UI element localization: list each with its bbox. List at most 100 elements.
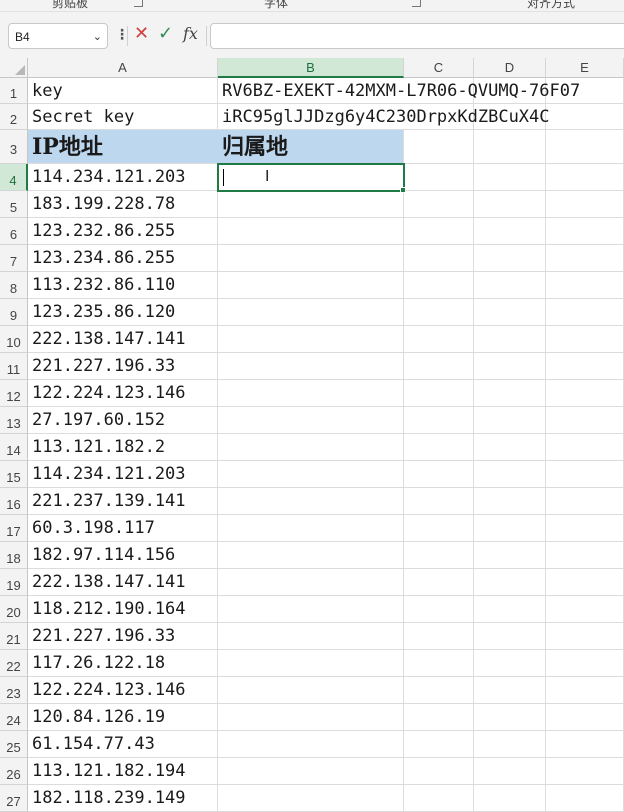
cell-b26[interactable]: [218, 758, 404, 785]
cell-b18[interactable]: [218, 542, 404, 569]
cell-e7[interactable]: [546, 245, 624, 272]
cell-b19[interactable]: [218, 569, 404, 596]
cell-e13[interactable]: [546, 407, 624, 434]
cell-e20[interactable]: [546, 596, 624, 623]
cell-b21[interactable]: [218, 623, 404, 650]
formula-input[interactable]: [210, 23, 624, 49]
cell-e3[interactable]: [546, 130, 624, 164]
cell-d17[interactable]: [474, 515, 546, 542]
cell-c10[interactable]: [404, 326, 474, 353]
cell-a19[interactable]: 222.138.147.141: [28, 569, 218, 596]
cell-a10[interactable]: 222.138.147.141: [28, 326, 218, 353]
cell-d18[interactable]: [474, 542, 546, 569]
row-header-2[interactable]: 2: [0, 104, 28, 130]
row-header-6[interactable]: 6: [0, 218, 28, 245]
row-header-23[interactable]: 23: [0, 677, 28, 704]
cell-e27[interactable]: [546, 785, 624, 812]
cell-a24[interactable]: 120.84.126.19: [28, 704, 218, 731]
row-header-20[interactable]: 20: [0, 596, 28, 623]
cell-a4[interactable]: 114.234.121.203: [28, 164, 218, 191]
cell-c20[interactable]: [404, 596, 474, 623]
cell-b5[interactable]: [218, 191, 404, 218]
cell-e14[interactable]: [546, 434, 624, 461]
clipboard-launcher-icon[interactable]: [134, 0, 143, 7]
cell-e26[interactable]: [546, 758, 624, 785]
cell-d16[interactable]: [474, 488, 546, 515]
row-header-10[interactable]: 10: [0, 326, 28, 353]
cell-e19[interactable]: [546, 569, 624, 596]
cell-d21[interactable]: [474, 623, 546, 650]
row-header-19[interactable]: 19: [0, 569, 28, 596]
cell-c14[interactable]: [404, 434, 474, 461]
cell-c27[interactable]: [404, 785, 474, 812]
cell-a13[interactable]: 27.197.60.152: [28, 407, 218, 434]
cell-d27[interactable]: [474, 785, 546, 812]
cell-b27[interactable]: [218, 785, 404, 812]
cell-a7[interactable]: 123.234.86.255: [28, 245, 218, 272]
cell-d7[interactable]: [474, 245, 546, 272]
insert-function-icon[interactable]: fx: [183, 24, 198, 43]
cell-e17[interactable]: [546, 515, 624, 542]
cell-d5[interactable]: [474, 191, 546, 218]
cell-d4[interactable]: [474, 164, 546, 191]
ribbon-group-alignment[interactable]: 对齐方式: [527, 0, 575, 11]
cell-a27[interactable]: 182.118.239.149: [28, 785, 218, 812]
cell-e16[interactable]: [546, 488, 624, 515]
chevron-down-icon[interactable]: ⌄: [93, 30, 102, 43]
row-header-17[interactable]: 17: [0, 515, 28, 542]
select-all-button[interactable]: [0, 58, 28, 78]
cell-e10[interactable]: [546, 326, 624, 353]
cell-d15[interactable]: [474, 461, 546, 488]
cell-d12[interactable]: [474, 380, 546, 407]
cell-e5[interactable]: [546, 191, 624, 218]
cell-c25[interactable]: [404, 731, 474, 758]
cell-c12[interactable]: [404, 380, 474, 407]
cell-b16[interactable]: [218, 488, 404, 515]
row-header-22[interactable]: 22: [0, 650, 28, 677]
cell-e15[interactable]: [546, 461, 624, 488]
cell-d9[interactable]: [474, 299, 546, 326]
cell-b10[interactable]: [218, 326, 404, 353]
cell-d22[interactable]: [474, 650, 546, 677]
cell-a16[interactable]: 221.237.139.141: [28, 488, 218, 515]
cell-d26[interactable]: [474, 758, 546, 785]
cell-c9[interactable]: [404, 299, 474, 326]
cell-d8[interactable]: [474, 272, 546, 299]
cell-a2[interactable]: Secret key: [28, 104, 218, 130]
cell-c26[interactable]: [404, 758, 474, 785]
cell-a17[interactable]: 60.3.198.117: [28, 515, 218, 542]
cell-c6[interactable]: [404, 218, 474, 245]
cell-d14[interactable]: [474, 434, 546, 461]
cell-b8[interactable]: [218, 272, 404, 299]
check-icon[interactable]: ✓: [158, 23, 173, 44]
row-header-25[interactable]: 25: [0, 731, 28, 758]
cell-c17[interactable]: [404, 515, 474, 542]
cell-b2[interactable]: iRC95glJJDzg6y4C230DrpxKdZBCuX4C: [218, 104, 550, 130]
cell-a6[interactable]: 123.232.86.255: [28, 218, 218, 245]
cell-b17[interactable]: [218, 515, 404, 542]
cell-b6[interactable]: [218, 218, 404, 245]
row-header-24[interactable]: 24: [0, 704, 28, 731]
row-header-8[interactable]: 8: [0, 272, 28, 299]
cell-d6[interactable]: [474, 218, 546, 245]
cell-b25[interactable]: [218, 731, 404, 758]
cell-a18[interactable]: 182.97.114.156: [28, 542, 218, 569]
cell-c24[interactable]: [404, 704, 474, 731]
cell-e21[interactable]: [546, 623, 624, 650]
cell-a22[interactable]: 117.26.122.18: [28, 650, 218, 677]
cell-a15[interactable]: 114.234.121.203: [28, 461, 218, 488]
cell-a21[interactable]: 221.227.196.33: [28, 623, 218, 650]
cell-e23[interactable]: [546, 677, 624, 704]
cell-b15[interactable]: [218, 461, 404, 488]
ribbon-group-font[interactable]: 字体: [264, 0, 288, 11]
cancel-icon[interactable]: ✕: [134, 23, 149, 44]
row-header-11[interactable]: 11: [0, 353, 28, 380]
cell-c22[interactable]: [404, 650, 474, 677]
row-header-7[interactable]: 7: [0, 245, 28, 272]
cell-e18[interactable]: [546, 542, 624, 569]
cell-e9[interactable]: [546, 299, 624, 326]
cell-b11[interactable]: [218, 353, 404, 380]
row-header-14[interactable]: 14: [0, 434, 28, 461]
column-header-a[interactable]: A: [28, 58, 218, 78]
cell-a12[interactable]: 122.224.123.146: [28, 380, 218, 407]
